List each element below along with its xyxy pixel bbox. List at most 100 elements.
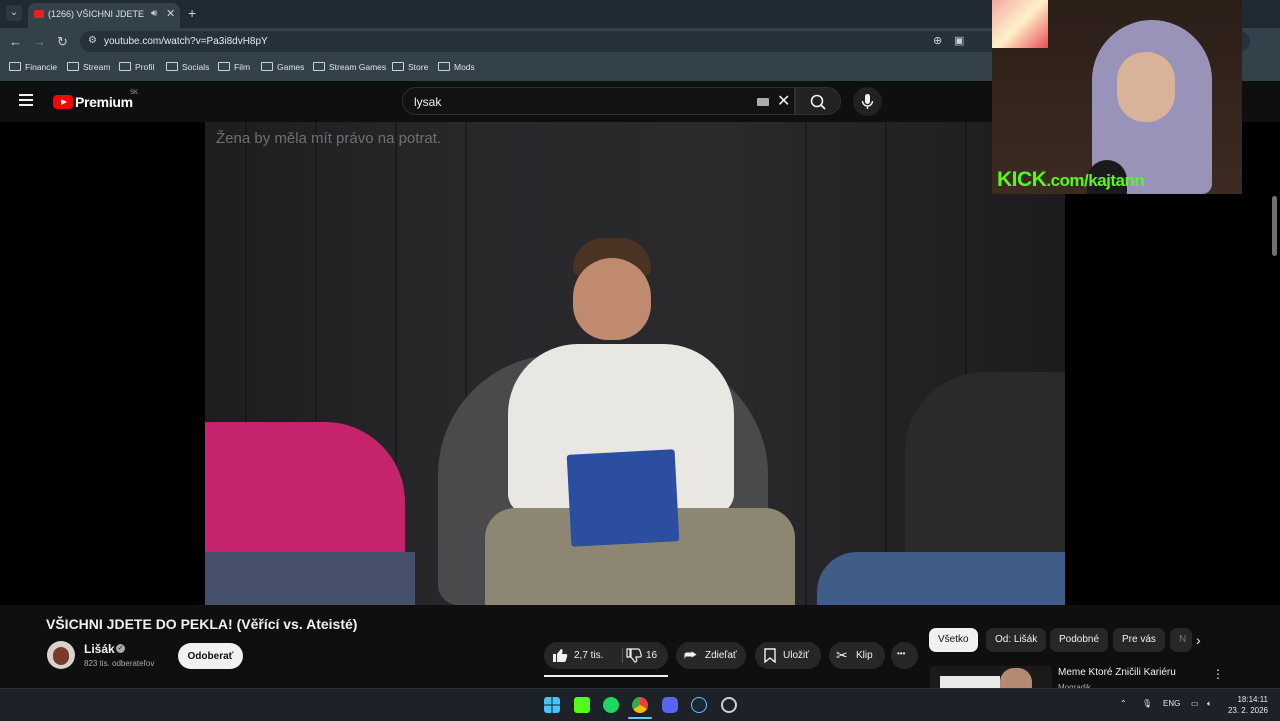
recommendation-thumbnail[interactable]	[930, 666, 1052, 688]
blue-folder-shape	[566, 449, 680, 547]
bookmark-games[interactable]: Games	[261, 62, 304, 72]
back-icon[interactable]: ←	[9, 34, 22, 49]
bookmark-film[interactable]: Film	[218, 62, 250, 72]
network-icon[interactable]: ▭	[1191, 699, 1199, 708]
windows-taskbar: ⌃ 🎙︎ ENG ▭ 🔈︎ 18:14:11 23. 2. 2026	[0, 688, 1280, 721]
hamburger-menu-icon[interactable]	[19, 94, 33, 106]
obs-icon[interactable]	[721, 697, 737, 713]
clock-time: 18:14:11	[1237, 695, 1268, 704]
kick-channel-label: KICK.com/kajtann	[997, 168, 1145, 192]
subscriber-count: 823 tis. odberateľov	[84, 659, 155, 668]
clear-search-icon[interactable]: ✕	[777, 91, 790, 111]
tray-overflow-icon[interactable]: ⌃	[1120, 699, 1127, 708]
kick-app-icon[interactable]	[574, 697, 590, 713]
search-icon	[810, 94, 826, 110]
chrome-icon[interactable]	[632, 697, 648, 713]
kick-url: .com/kajtann	[1046, 171, 1145, 190]
windows-start-icon[interactable]	[544, 697, 560, 713]
folder-icon	[218, 62, 230, 71]
more-actions-button[interactable]: •••	[891, 642, 918, 669]
steam-icon[interactable]	[691, 697, 707, 713]
close-tab-icon[interactable]: ✕	[166, 7, 175, 20]
logo-text: Premium	[75, 93, 133, 110]
search-input[interactable]: lysak ✕	[402, 87, 795, 115]
tab-title: (1266) VŠICHNI JDETE DO P	[48, 9, 146, 19]
video-player[interactable]: Žena by měla mít právo na potrat.	[0, 122, 1280, 605]
thumbs-down-icon	[626, 648, 642, 663]
bookmark-store[interactable]: Store	[392, 62, 428, 72]
dislike-count: 16	[646, 650, 658, 661]
chip-from-channel[interactable]: Od: Lišák	[986, 628, 1047, 652]
folder-icon	[438, 62, 450, 71]
language-indicator[interactable]: ENG	[1163, 699, 1180, 708]
bookmark-mods[interactable]: Mods	[438, 62, 475, 72]
host-head-shape	[573, 258, 651, 340]
bookmark-stream-games[interactable]: Stream Games	[313, 62, 386, 72]
channel-name[interactable]: Lišák	[84, 642, 115, 656]
bookmark-label: Socials	[182, 62, 210, 72]
cast-icon[interactable]: ▣	[954, 34, 964, 47]
bookmark-financie[interactable]: Financie	[9, 62, 57, 72]
webcam-overlay: KICK.com/kajtann	[992, 0, 1242, 194]
chip-related[interactable]: Podobné	[1050, 628, 1109, 652]
youtube-favicon-icon	[34, 10, 44, 18]
share-icon: ⮫	[684, 647, 698, 663]
bookmark-label: Mods	[454, 62, 475, 72]
folder-icon	[119, 62, 131, 71]
chip-for-you[interactable]: Pre vás	[1113, 628, 1165, 652]
like-count: 2,7 tis.	[574, 650, 604, 661]
bookmark-label: Film	[234, 62, 251, 72]
video-frame: Žena by měla mít právo na potrat.	[205, 122, 1065, 605]
like-button[interactable]: 2,7 tis.	[544, 642, 624, 669]
bookmark-socials[interactable]: Socials	[166, 62, 209, 72]
save-label: Uložiť	[783, 650, 809, 661]
browser-tab-active[interactable]: (1266) VŠICHNI JDETE DO P 🔊︎ ✕	[28, 3, 180, 28]
url-text: youtube.com/watch?v=Pa3i8dvH8pY	[104, 36, 268, 47]
bookmark-profil[interactable]: Profil	[119, 62, 154, 72]
site-info-icon[interactable]: ⚙︎	[88, 35, 97, 46]
dislike-button[interactable]: 16	[624, 642, 668, 669]
forward-icon[interactable]: →	[33, 34, 46, 49]
new-tab-icon[interactable]: +	[188, 5, 196, 21]
tray-mic-icon[interactable]: 🎙︎	[1142, 699, 1152, 708]
channel-avatar[interactable]	[47, 641, 75, 669]
chip-all[interactable]: Všetko	[929, 628, 978, 652]
save-button[interactable]: Uložiť	[755, 642, 821, 669]
clock[interactable]: 18:14:11 23. 2. 2026	[1226, 694, 1268, 716]
youtube-premium-logo[interactable]: Premium SK	[53, 90, 138, 111]
bookmark-label: Stream Games	[329, 62, 387, 72]
volume-icon[interactable]: 🔈︎	[1207, 699, 1212, 709]
reload-icon[interactable]: ↻	[57, 34, 68, 50]
subscribe-button[interactable]: Odoberať	[178, 643, 243, 669]
bookmark-stream[interactable]: Stream	[67, 62, 110, 72]
thumbs-up-icon	[553, 649, 568, 662]
scissors-icon: ✂	[836, 647, 848, 663]
zoom-icon[interactable]: ⊕	[933, 34, 942, 47]
bookmark-label: Financie	[25, 62, 58, 72]
recommendation-title[interactable]: Meme Ktoré Zničili Kariéru	[1058, 667, 1176, 678]
bookmark-label: Store	[408, 62, 429, 72]
clip-button[interactable]: ✂ Klip	[829, 642, 885, 669]
folder-icon	[313, 62, 325, 71]
chevron-right-icon[interactable]: ›	[1196, 632, 1201, 648]
youtube-play-icon	[53, 94, 73, 109]
more-icon: •••	[897, 649, 906, 658]
search-button[interactable]	[795, 87, 841, 115]
audio-playing-icon[interactable]: 🔊︎	[151, 8, 157, 19]
webcam-thumbnail	[992, 0, 1048, 48]
chip-partial[interactable]: N	[1170, 628, 1192, 652]
microphone-icon	[861, 94, 874, 109]
voice-search-button[interactable]	[853, 87, 882, 116]
like-underline	[544, 675, 668, 677]
guest-left-skirt-shape	[205, 552, 415, 605]
page-scrollbar[interactable]	[1272, 196, 1277, 256]
spotify-icon[interactable]	[603, 697, 619, 713]
keyboard-icon[interactable]	[757, 98, 769, 106]
like-dislike-group: 2,7 tis. 16	[544, 642, 668, 669]
video-subtitle: Žena by měla mít právo na potrat.	[216, 130, 442, 147]
share-button[interactable]: ⮫ Zdieľať	[676, 642, 746, 669]
discord-icon[interactable]	[662, 697, 678, 713]
tab-search-icon[interactable]: ⌄	[6, 5, 22, 21]
kebab-menu-icon[interactable]: ⋮	[1212, 667, 1224, 681]
bookmark-label: Stream	[83, 62, 111, 72]
